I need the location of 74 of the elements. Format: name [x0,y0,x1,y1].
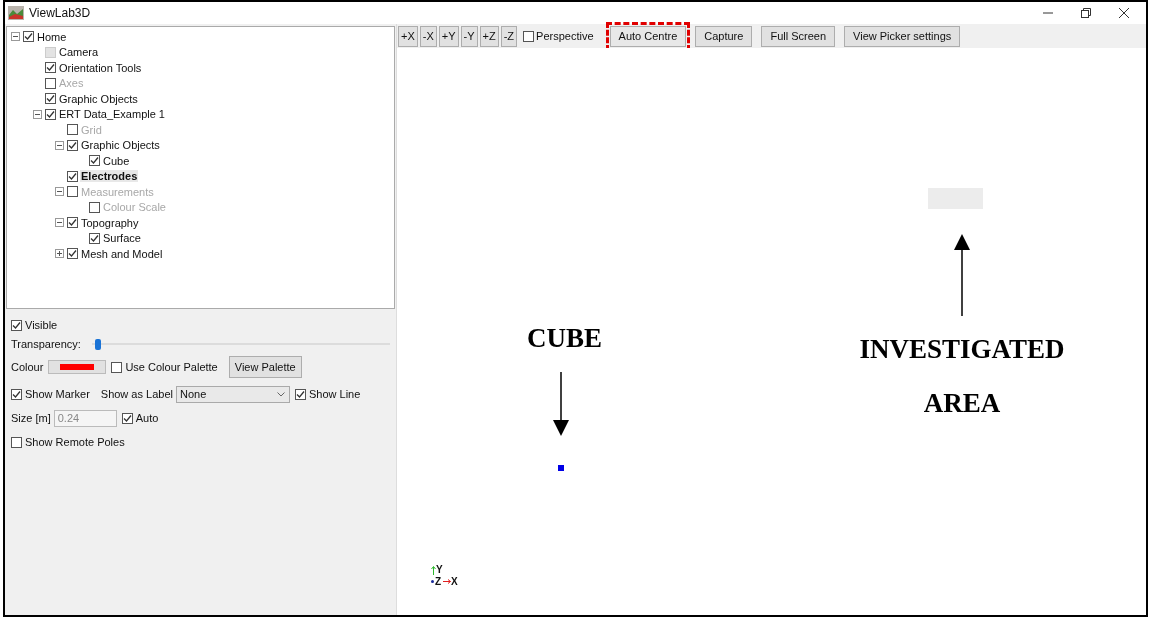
checkbox-label: Auto [135,412,159,424]
view-direction-button[interactable]: -X [419,25,437,47]
tree-item[interactable]: Camera [58,46,100,59]
checkbox[interactable] [111,361,123,373]
z-axis-dot-icon [431,580,434,583]
app-icon [8,6,24,20]
checkbox[interactable] [11,436,22,448]
checkbox[interactable] [121,412,133,424]
axis-label: Y [436,564,443,575]
checkbox[interactable] [67,217,78,229]
checkbox[interactable] [45,108,56,120]
tree-item[interactable]: Electrodes [80,170,139,183]
dropdown-value: None [179,388,207,400]
tree-item[interactable]: Topography [80,216,140,229]
annotation-text: INVESTIGATED AREA [858,333,1066,420]
toolbar-button[interactable]: Capture [695,25,753,47]
checkbox[interactable] [294,388,306,400]
checkbox[interactable] [11,319,22,331]
view-direction-button[interactable]: +Z [479,25,499,47]
checkbox[interactable] [67,170,78,182]
restore-icon[interactable] [1080,7,1092,19]
down-arrow [552,372,570,436]
checkbox-label: Perspective [536,30,594,42]
slider-thumb[interactable] [94,338,101,350]
collapse-icon[interactable] [55,218,64,228]
checkbox-label: Use Colour Palette [125,361,218,373]
y-axis-arrow-icon [431,566,436,575]
checkbox[interactable] [89,155,100,167]
view-palette-button[interactable]: View Palette [228,356,302,378]
checkbox[interactable] [45,62,56,74]
checkbox-label: Show Remote Poles [25,436,125,448]
colour-picker-button[interactable] [48,360,107,374]
show-as-label-label: Show as Label [100,388,173,400]
checkbox-label: Show Marker [25,388,90,400]
toolbar-button[interactable]: View Picker settings [844,25,961,47]
tree-item[interactable]: ERT Data_Example 1 [58,108,166,121]
axis-label: Z [435,576,442,587]
checkbox-label: Show Line [308,388,361,400]
view-direction-button[interactable]: -Y [460,25,478,47]
checkbox-label: Visible [25,319,58,331]
tree-item[interactable]: Graphic Objects [80,139,161,152]
view-direction-button[interactable]: +Y [438,25,459,47]
axis-label: X [451,576,458,587]
expand-icon[interactable] [55,249,64,259]
tree-item[interactable]: Surface [102,232,142,245]
checkbox[interactable] [89,232,100,244]
window-title: ViewLab3D [29,6,91,20]
view-direction-button[interactable]: -Z [500,25,518,47]
checkbox[interactable] [523,30,535,42]
tree-item[interactable]: Orientation Tools [58,61,143,74]
tree-item[interactable]: Cube [102,154,131,167]
checkbox[interactable] [11,388,22,400]
chevron-down-icon [276,391,285,397]
checkbox[interactable] [67,248,78,260]
checkbox[interactable] [45,93,56,105]
size-label: Size [m] [11,412,51,424]
view-direction-button[interactable]: +X [398,25,418,47]
collapse-icon[interactable] [11,32,20,42]
transparency-label: Transparency: [11,338,81,350]
toolbar-button[interactable]: Full Screen [761,25,836,47]
annotation-text: CUBE [527,322,602,355]
checkbox[interactable] [23,31,34,43]
tree-item[interactable]: Mesh and Model [80,247,164,260]
collapse-icon[interactable] [55,140,64,150]
colour-label: Colour [11,361,44,373]
cube-marker [558,465,564,471]
x-axis-arrow-icon [443,579,451,584]
tree-item[interactable]: Graphic Objects [58,92,139,105]
label-dropdown[interactable]: None [175,385,290,403]
toolbar-button[interactable]: Auto Centre [609,25,687,47]
close-icon[interactable] [1118,7,1130,19]
tree-item[interactable]: Home [36,30,68,43]
collapse-icon[interactable] [33,109,42,119]
checkbox[interactable] [67,139,78,151]
